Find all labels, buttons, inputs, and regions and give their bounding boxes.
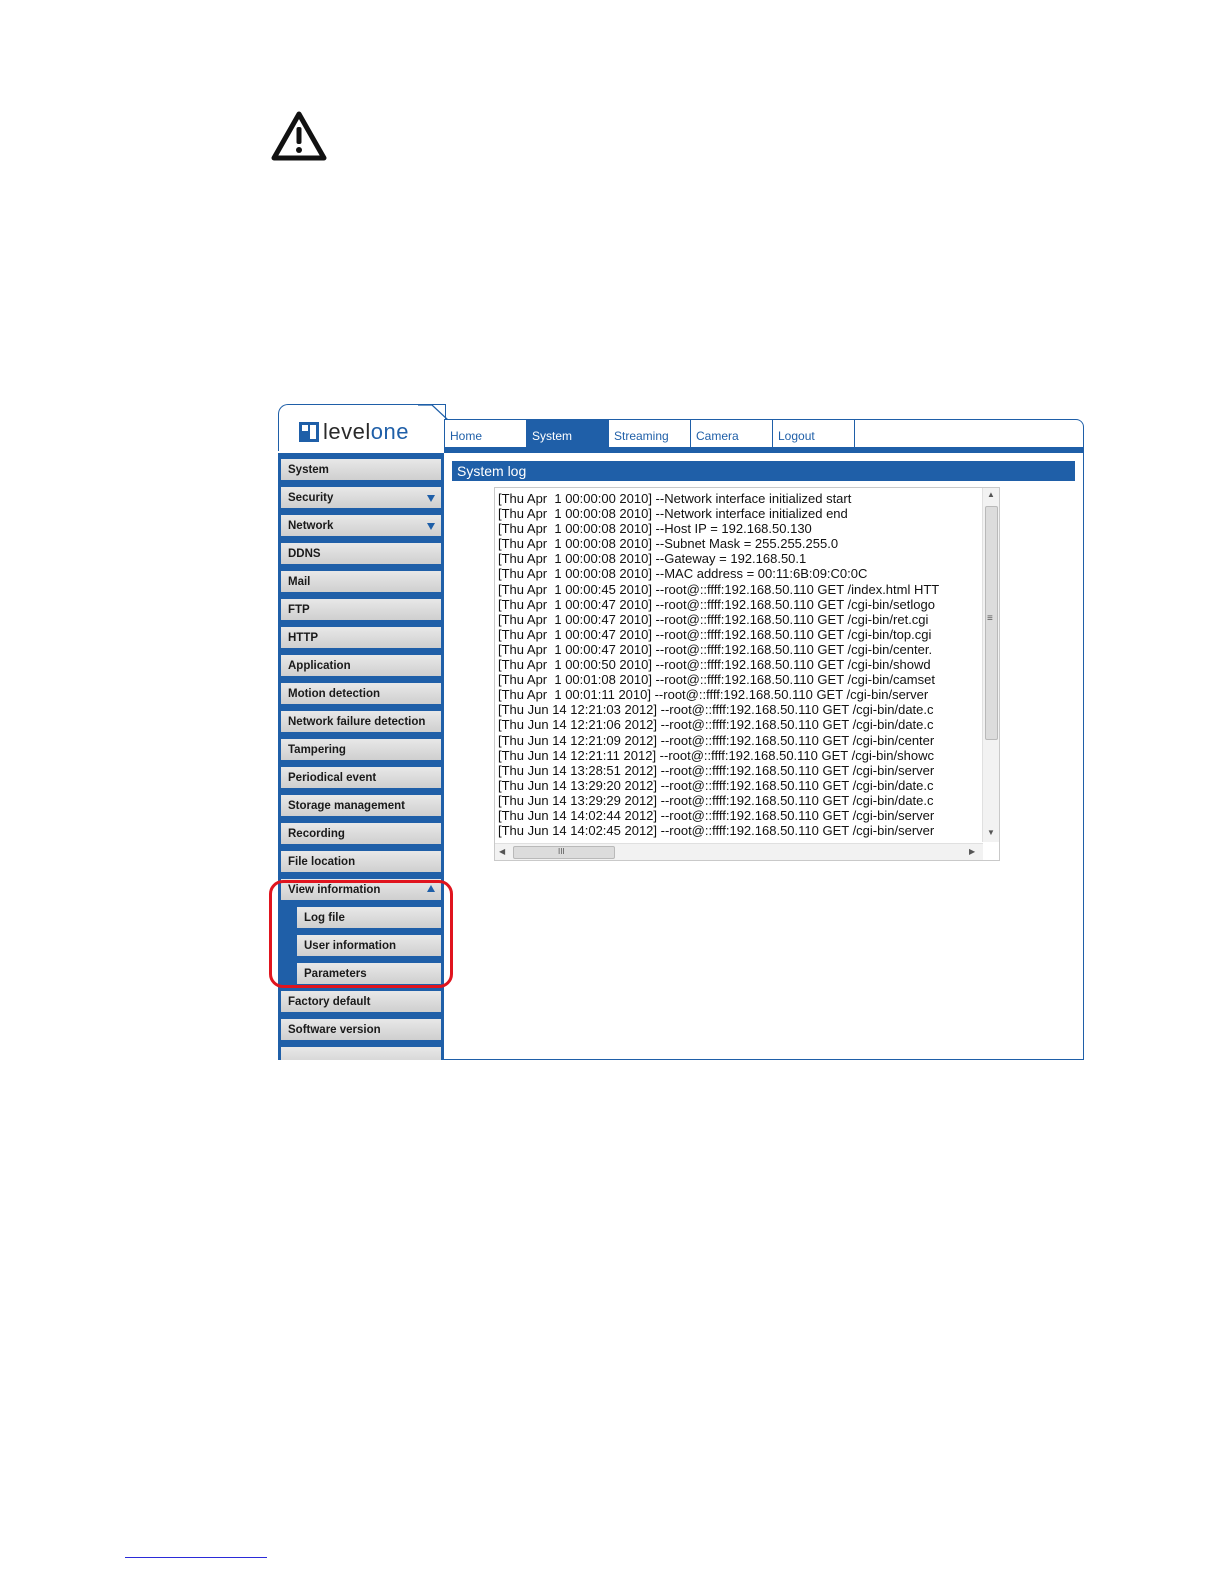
log-line: [Thu Jun 14 14:02:44 2012] --root@::ffff… [498,807,935,823]
scroll-down-icon[interactable]: ▼ [987,828,995,837]
vertical-scroll-thumb[interactable]: ≡ [985,506,998,740]
chevron-down-icon [427,523,435,530]
log-line: [Thu Jun 14 13:29:29 2012] --root@::ffff… [498,792,934,808]
warning-triangle-icon [271,111,327,161]
horizontal-scrollbar[interactable]: ◀ III ▶ [495,843,983,860]
sidebar-item-network-failure-detection[interactable]: Network failure detection [281,711,441,734]
log-line: [Thu Jun 14 13:29:20 2012] --root@::ffff… [498,777,934,793]
log-line: [Thu Apr 1 00:00:08 2010] --Host IP = 19… [498,521,812,537]
log-line: [Thu Apr 1 00:00:50 2010] --root@::ffff:… [498,657,931,673]
scroll-right-icon[interactable]: ▶ [969,847,975,856]
sidebar-item-network[interactable]: Network [281,515,441,538]
logo-text: levelone [323,419,409,444]
log-line: [Thu Apr 1 00:01:11 2010] --root@::ffff:… [498,687,929,703]
levelone-logo[interactable]: levelone [299,419,409,445]
sidebar-item-application[interactable]: Application [281,655,441,678]
log-line: [Thu Apr 1 00:00:47 2010] --root@::ffff:… [498,641,933,657]
footnote-rule [125,1557,267,1558]
tab-home[interactable]: Home [445,420,527,448]
tab-camera[interactable]: Camera [691,420,773,448]
log-line: [Thu Apr 1 00:00:47 2010] --root@::ffff:… [498,611,929,627]
log-line: [Thu Apr 1 00:00:47 2010] --root@::ffff:… [498,596,935,612]
sidebar-item-recording[interactable]: Recording [281,823,441,846]
tab-streaming[interactable]: Streaming [609,420,691,448]
sidebar-item-software-version[interactable]: Software version [281,1019,441,1042]
tab-logout[interactable]: Logout [773,420,855,448]
sidebar-item-ddns[interactable]: DDNS [281,543,441,566]
sidebar-item-mail[interactable]: Mail [281,571,441,594]
log-line: [Thu Jun 14 14:02:45 2012] --root@::ffff… [498,823,935,839]
horizontal-scroll-thumb[interactable]: III [513,846,615,859]
chevron-down-icon [427,495,435,502]
hgrip-icon: III [558,847,565,856]
log-line: [Thu Apr 1 00:00:47 2010] --root@::ffff:… [498,626,932,642]
log-line: [Thu Apr 1 00:00:00 2010] --Network inte… [498,491,852,506]
sidebar-item-file-location[interactable]: File location [281,851,441,874]
system-log-textarea[interactable]: [Thu Apr 1 00:00:00 2010] --Network inte… [494,487,1000,861]
sidebar-item-tampering[interactable]: Tampering [281,739,441,762]
view-information-highlight [269,880,453,988]
levelone-mark-icon [299,422,319,442]
main-content: System log [Thu Apr 1 00:00:00 2010] --N… [444,453,1084,1060]
log-line: [Thu Jun 14 12:21:11 2012] --root@::ffff… [498,747,934,763]
sidebar-item-factory-default[interactable]: Factory default [281,991,441,1014]
log-line: [Thu Apr 1 00:00:08 2010] --Network inte… [498,506,848,522]
sidebar-item-http[interactable]: HTTP [281,627,441,650]
log-line: [Thu Apr 1 00:00:08 2010] --Subnet Mask … [498,536,839,552]
log-line: [Thu Jun 14 13:28:51 2012] --root@::ffff… [498,762,935,778]
grip-icon: ≡ [987,613,993,624]
log-line: [Thu Apr 1 00:00:08 2010] --Gateway = 19… [498,551,807,567]
scroll-left-icon[interactable]: ◀ [499,847,505,856]
log-line: [Thu Apr 1 00:00:45 2010] --root@::ffff:… [498,581,940,597]
sidebar-item-storage-management[interactable]: Storage management [281,795,441,818]
log-line: [Thu Jun 14 12:21:06 2012] --root@::ffff… [498,717,934,733]
sidebar-item-periodical-event[interactable]: Periodical event [281,767,441,790]
sidebar-item-system[interactable]: System [281,459,441,482]
log-line: [Thu Jun 14 12:21:03 2012] --root@::ffff… [498,702,934,718]
sidebar-item-motion-detection[interactable]: Motion detection [281,683,441,706]
scroll-up-icon[interactable]: ▲ [987,490,995,499]
sidebar-item-ftp[interactable]: FTP [281,599,441,622]
page-title: System log [452,461,1075,481]
top-navigation: Home System Streaming Camera Logout [444,419,1084,448]
sidebar-item-partial[interactable] [281,1047,441,1060]
vertical-scrollbar[interactable]: ▲ ≡ ▼ [982,488,999,842]
log-line: [Thu Jun 14 12:21:09 2012] --root@::ffff… [498,732,935,748]
sidebar-item-security[interactable]: Security [281,487,441,510]
log-lines: [Thu Apr 1 00:00:00 2010] --Network inte… [498,491,980,841]
log-line: [Thu Apr 1 00:00:08 2010] --MAC address … [498,566,868,582]
log-line: [Thu Apr 1 00:01:08 2010] --root@::ffff:… [498,672,935,688]
tab-system[interactable]: System [527,420,609,448]
